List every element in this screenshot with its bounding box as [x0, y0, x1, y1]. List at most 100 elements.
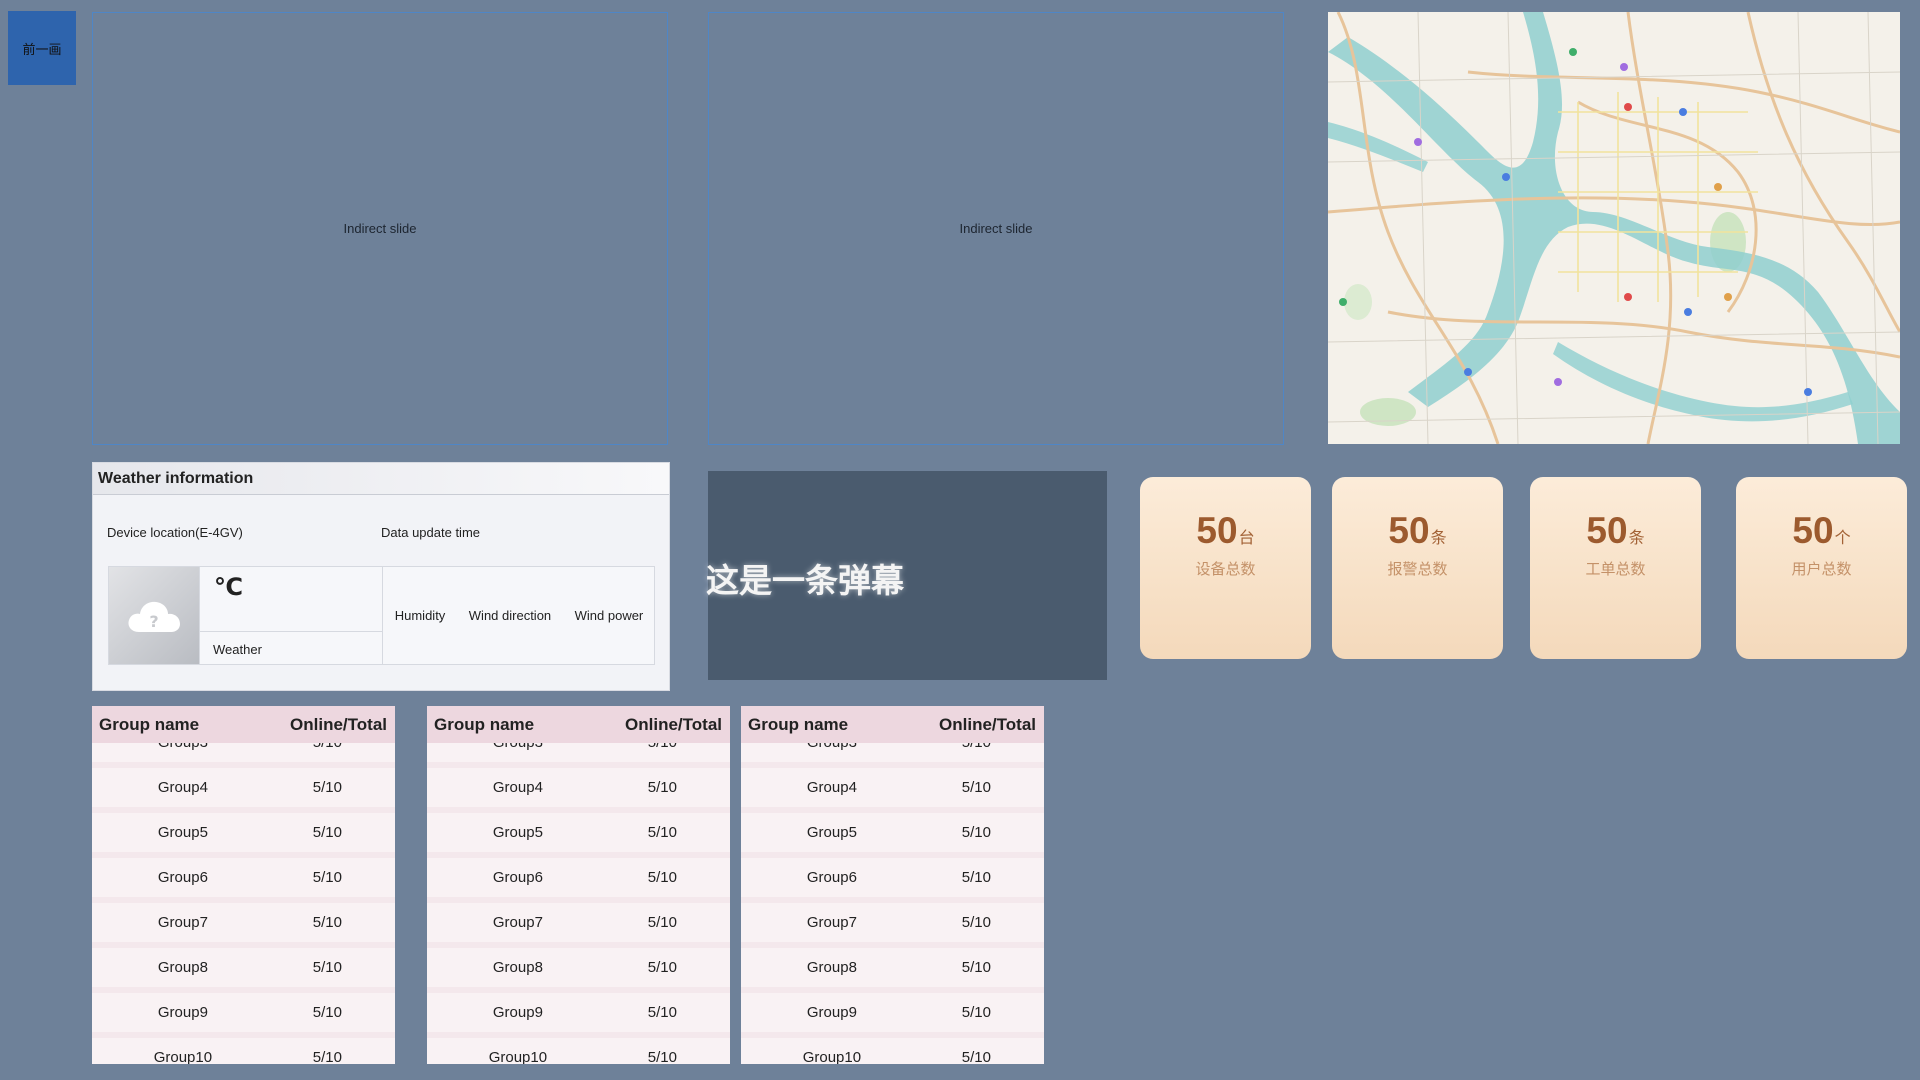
table-row[interactable]: Group8 5/10 — [741, 948, 1044, 987]
update-time: Data update time — [381, 525, 481, 540]
online-total-cell: 5/10 — [647, 824, 677, 841]
weather-detail-box: ? ℃ Weather Humidity Wind direction Wind… — [108, 566, 655, 665]
temperature-value: ℃ — [199, 567, 382, 632]
stat-unit: 台 — [1238, 530, 1255, 547]
group-name-cell: Group10 — [802, 1049, 862, 1064]
previous-button[interactable]: 前一画 — [8, 11, 76, 85]
online-total-cell: 5/10 — [312, 779, 342, 796]
online-total-cell: 5/10 — [274, 743, 395, 751]
table-row[interactable]: Group7 5/10 — [741, 903, 1044, 942]
group-name-cell: Group3 — [92, 743, 274, 751]
group-table-3[interactable]: Group name Online/Total Group35/10Group4… — [741, 706, 1044, 1064]
table-row[interactable]: Group8 5/10 — [427, 948, 730, 987]
stat-label: 工单总数 — [1585, 561, 1646, 578]
table-row[interactable]: Group9 5/10 — [741, 993, 1044, 1032]
table-row[interactable]: Group9 5/10 — [92, 993, 395, 1032]
table-row[interactable]: Group10 5/10 — [427, 1038, 730, 1064]
group-name-cell: Group7 — [806, 914, 857, 931]
online-total-cell: 5/10 — [961, 959, 991, 976]
stat-value: 50 — [1388, 510, 1430, 551]
group-name-cell: Group8 — [806, 959, 857, 976]
table-row[interactable]: Group6 5/10 — [741, 858, 1044, 897]
online-total-cell: 5/10 — [312, 824, 342, 841]
column-online-total: Online/Total — [939, 714, 1036, 734]
wind-power-label: Wind power — [574, 608, 644, 623]
table-row[interactable]: Group4 5/10 — [92, 768, 395, 807]
weather-panel: Weather information Device location(E-4G… — [92, 462, 670, 691]
online-total-cell: 5/10 — [312, 914, 342, 931]
online-total-cell: 5/10 — [961, 869, 991, 886]
group-name-cell: Group5 — [806, 824, 857, 841]
table-row[interactable]: Group4 5/10 — [427, 768, 730, 807]
group-table-2[interactable]: Group name Online/Total Group35/10Group4… — [427, 706, 730, 1064]
column-online-total: Online/Total — [290, 714, 387, 734]
table-row[interactable]: Group10 5/10 — [92, 1038, 395, 1064]
online-total-cell: 5/10 — [609, 743, 730, 751]
group-name-cell: Group3 — [427, 743, 609, 751]
online-total-cell: 5/10 — [312, 959, 342, 976]
online-total-cell: 5/10 — [647, 914, 677, 931]
group-table-header: Group name Online/Total — [427, 706, 730, 743]
online-total-cell: 5/10 — [647, 959, 677, 976]
humidity-label: Humidity — [394, 608, 446, 623]
table-row[interactable]: Group6 5/10 — [427, 858, 730, 897]
table-row[interactable]: Group35/10 — [92, 743, 395, 762]
online-total-cell: 5/10 — [961, 779, 991, 796]
online-total-cell: 5/10 — [312, 1049, 342, 1064]
weather-title: Weather information — [93, 463, 669, 495]
table-row[interactable]: Group5 5/10 — [741, 813, 1044, 852]
stat-unit: 条 — [1430, 530, 1447, 547]
group-name-cell: Group3 — [741, 743, 923, 751]
online-total-cell: 5/10 — [647, 1004, 677, 1021]
stat-unit: 个 — [1834, 530, 1851, 547]
slide-panel-1[interactable]: Indirect slide — [92, 12, 668, 445]
map-graphic — [1328, 12, 1900, 444]
group-name-cell: Group5 — [492, 824, 543, 841]
table-row[interactable]: Group7 5/10 — [92, 903, 395, 942]
stat-card-users[interactable]: 50个 用户总数 — [1736, 477, 1907, 659]
city-map[interactable] — [1328, 12, 1900, 444]
table-row[interactable]: Group35/10 — [741, 743, 1044, 762]
danmu-panel: 这是一条弹幕 — [706, 471, 1107, 680]
weather-label: Weather — [199, 632, 382, 664]
online-total-cell: 5/10 — [961, 824, 991, 841]
group-table-header: Group name Online/Total — [741, 706, 1044, 743]
table-row[interactable]: Group8 5/10 — [92, 948, 395, 987]
stat-unit: 条 — [1628, 530, 1645, 547]
group-name-cell: Group6 — [157, 869, 208, 886]
group-name-cell: Group9 — [492, 1004, 543, 1021]
group-name-cell: Group9 — [157, 1004, 208, 1021]
online-total-cell: 5/10 — [312, 1004, 342, 1021]
online-total-cell: 5/10 — [961, 1004, 991, 1021]
group-name-cell: Group4 — [492, 779, 543, 796]
table-row[interactable]: Group6 5/10 — [92, 858, 395, 897]
group-name-cell: Group6 — [806, 869, 857, 886]
online-total-cell: 5/10 — [923, 743, 1044, 751]
table-row[interactable]: Group5 5/10 — [92, 813, 395, 852]
stat-card-alarms[interactable]: 50条 报警总数 — [1332, 477, 1503, 659]
group-name-cell: Group10 — [488, 1049, 548, 1064]
group-rows: Group35/10Group45/10Group55/10Group65/10… — [427, 743, 730, 1064]
group-name-cell: Group7 — [157, 914, 208, 931]
table-row[interactable]: Group5 5/10 — [427, 813, 730, 852]
stat-value: 50 — [1792, 510, 1834, 551]
stat-card-devices[interactable]: 50台 设备总数 — [1140, 477, 1311, 659]
slide-panel-2[interactable]: Indirect slide — [708, 12, 1284, 445]
group-name-cell: Group7 — [492, 914, 543, 931]
table-row[interactable]: Group10 5/10 — [741, 1038, 1044, 1064]
online-total-cell: 5/10 — [312, 869, 342, 886]
slide-label: Indirect slide — [343, 221, 417, 236]
stat-label: 设备总数 — [1195, 561, 1256, 578]
danmu-text: 这是一条弹幕 — [706, 561, 904, 600]
table-row[interactable]: Group35/10 — [427, 743, 730, 762]
group-table-header: Group name Online/Total — [92, 706, 395, 743]
table-row[interactable]: Group7 5/10 — [427, 903, 730, 942]
table-row[interactable]: Group4 5/10 — [741, 768, 1044, 807]
table-row[interactable]: Group9 5/10 — [427, 993, 730, 1032]
group-name-cell: Group9 — [806, 1004, 857, 1021]
group-name-cell: Group8 — [492, 959, 543, 976]
column-group-name: Group name — [434, 714, 535, 734]
stat-card-workorders[interactable]: 50条 工单总数 — [1530, 477, 1701, 659]
online-total-cell: 5/10 — [961, 1049, 991, 1064]
group-table-1[interactable]: Group name Online/Total Group35/10Group4… — [92, 706, 395, 1064]
